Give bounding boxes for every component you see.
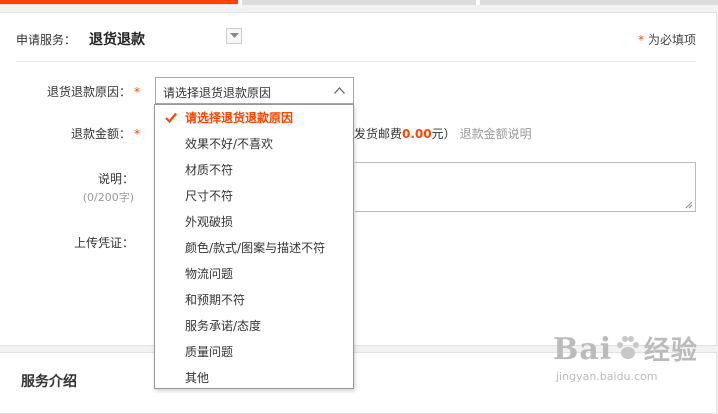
dropdown-option-selected[interactable]: 请选择退货退款原因 [155,105,353,131]
reason-label-text: 退货退款原因： [46,85,131,99]
dropdown-option[interactable]: 效果不好/不喜欢 [155,131,353,157]
dropdown-option[interactable]: 质量问题 [155,339,353,365]
dropdown-option-label: 请选择退货退款原因 [185,111,294,125]
fee-prefix: 发货邮费 [354,127,403,141]
tab-divider [238,0,242,5]
reason-label: 退货退款原因： * [0,83,140,100]
resize-grip-icon[interactable] [685,201,693,209]
dropdown-option[interactable]: 外观破损 [155,209,353,235]
description-label: 说明： [97,172,134,186]
upload-label: 上传凭证： [73,236,134,250]
paw-icon [617,336,640,359]
dropdown-option[interactable]: 其他 [155,365,353,391]
dropdown-option[interactable]: 尺寸不符 [155,183,353,209]
description-textarea[interactable] [355,162,696,212]
fee-value: 0.00 [402,127,432,141]
tab-active-indicator[interactable] [0,0,238,4]
required-star: * [637,33,644,47]
tab-bar [0,0,718,5]
service-intro-title: 服务介绍 [21,374,77,390]
reason-select[interactable]: 请选择退货退款原因 [155,77,354,104]
watermark-brand: Bai [553,332,613,367]
reason-dropdown-list: 请选择退货退款原因 效果不好/不喜欢 材质不符 尺寸不符 外观破损 颜色/款式/… [154,104,354,389]
check-icon [165,112,177,123]
watermark: Bai 经验 jingyan.baidu.com [553,330,698,383]
reason-select-value: 请选择退货退款原因 [163,86,272,100]
description-counter: (0/200字) [82,191,134,204]
refund-amount-link[interactable]: 退款金额说明 [460,127,532,141]
dropdown-option[interactable]: 物流问题 [155,261,353,287]
dropdown-option[interactable]: 材质不符 [155,157,353,183]
dropdown-option[interactable]: 颜色/款式/图案与描述不符 [155,235,353,261]
dropdown-option[interactable]: 服务承诺/态度 [155,313,353,339]
shipping-fee-note: 发货邮费0.00元） 退款金额说明 [354,125,532,142]
fee-suffix: 元） [431,127,456,141]
service-type-label: 申请服务： [16,33,77,47]
chevron-up-icon [334,87,345,94]
amount-label: 退款金额： * [0,125,140,142]
amount-label-text: 退款金额： [70,127,131,141]
required-note: * 为必填项 [638,31,696,48]
service-type-value: 退货退款 [89,32,145,48]
required-star: * [134,85,140,99]
divider [16,61,696,62]
service-type-dropdown-button[interactable] [226,28,242,44]
watermark-url: jingyan.baidu.com [556,370,658,383]
required-star: * [134,127,140,141]
required-note-text: 为必填项 [647,33,696,47]
dropdown-option[interactable]: 和预期不符 [155,287,353,313]
chevron-down-icon [230,33,239,38]
tab-divider [476,0,480,5]
watermark-cn: 经验 [643,336,698,366]
